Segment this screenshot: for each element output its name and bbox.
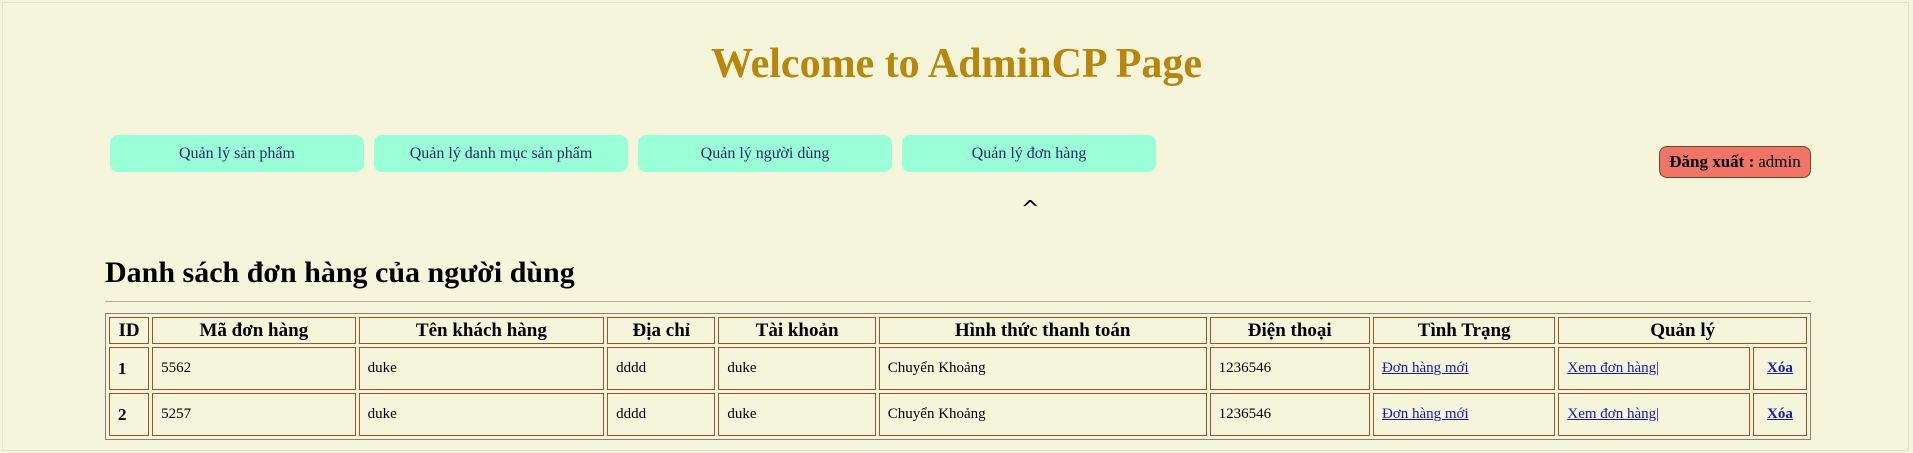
logout-username: admin xyxy=(1758,152,1801,171)
status-link[interactable]: Đơn hàng mới xyxy=(1382,360,1469,376)
nav-manage-products[interactable]: Quản lý sản phẩm xyxy=(110,135,364,172)
logout-button[interactable]: Đăng xuất : admin xyxy=(1659,146,1811,178)
nav-manage-orders[interactable]: Quản lý đơn hàng xyxy=(902,135,1156,172)
delete-link[interactable]: Xóa xyxy=(1767,406,1793,422)
header-account: Tài khoản xyxy=(718,317,876,344)
table-row: 2 5257 duke dddd duke Chuyển Khoảng 1236… xyxy=(109,393,1807,436)
cell-customer-name: duke xyxy=(358,347,605,390)
header-customer-name: Tên khách hàng xyxy=(358,317,605,344)
cell-delete: Xóa xyxy=(1752,347,1807,390)
cell-address: dddd xyxy=(607,393,716,436)
cell-id: 1 xyxy=(109,347,150,390)
divider xyxy=(105,301,1811,302)
cell-phone: 1236546 xyxy=(1209,347,1370,390)
caret-up-icon: ^ xyxy=(1021,197,1040,222)
cell-order-code: 5562 xyxy=(152,347,356,390)
cell-payment-method: Chuyển Khoảng xyxy=(878,347,1207,390)
header-phone: Điện thoại xyxy=(1209,317,1370,344)
page-title: Welcome to AdminCP Page xyxy=(710,41,1203,87)
nav-manage-users[interactable]: Quản lý người dùng xyxy=(638,135,892,172)
cell-delete: Xóa xyxy=(1752,393,1807,436)
cell-phone: 1236546 xyxy=(1209,393,1370,436)
delete-link[interactable]: Xóa xyxy=(1767,360,1793,376)
cell-status: Đơn hàng mới xyxy=(1372,347,1556,390)
logout-label: Đăng xuất : xyxy=(1669,152,1755,171)
header-address: Địa chỉ xyxy=(607,317,716,344)
view-order-link[interactable]: Xem đơn hàng| xyxy=(1567,360,1659,376)
cell-address: dddd xyxy=(607,347,716,390)
table-row: 1 5562 duke dddd duke Chuyển Khoảng 1236… xyxy=(109,347,1807,390)
cell-customer-name: duke xyxy=(358,393,605,436)
cell-view: Xem đơn hàng| xyxy=(1558,347,1750,390)
header-order-code: Mã đơn hàng xyxy=(152,317,356,344)
nav-manage-categories[interactable]: Quản lý danh mục sản phẩm xyxy=(374,135,628,172)
header-payment-method: Hình thức thanh toán xyxy=(878,317,1207,344)
header-status: Tình Trạng xyxy=(1372,317,1556,344)
section-title: Danh sách đơn hàng của người dùng xyxy=(105,256,575,289)
cell-status: Đơn hàng mới xyxy=(1372,393,1556,436)
header-manage: Quản lý xyxy=(1558,317,1807,344)
cell-account: duke xyxy=(718,347,876,390)
cell-id: 2 xyxy=(109,393,150,436)
status-link[interactable]: Đơn hàng mới xyxy=(1382,406,1469,422)
table-header-row: ID Mã đơn hàng Tên khách hàng Địa chỉ Tà… xyxy=(109,317,1807,344)
cell-view: Xem đơn hàng| xyxy=(1558,393,1750,436)
cell-payment-method: Chuyển Khoảng xyxy=(878,393,1207,436)
orders-table-container: ID Mã đơn hàng Tên khách hàng Địa chỉ Tà… xyxy=(105,313,1811,440)
header-id: ID xyxy=(109,317,150,344)
cell-order-code: 5257 xyxy=(152,393,356,436)
cell-account: duke xyxy=(718,393,876,436)
view-order-link[interactable]: Xem đơn hàng| xyxy=(1567,406,1659,422)
orders-table: ID Mã đơn hàng Tên khách hàng Địa chỉ Tà… xyxy=(105,313,1811,440)
